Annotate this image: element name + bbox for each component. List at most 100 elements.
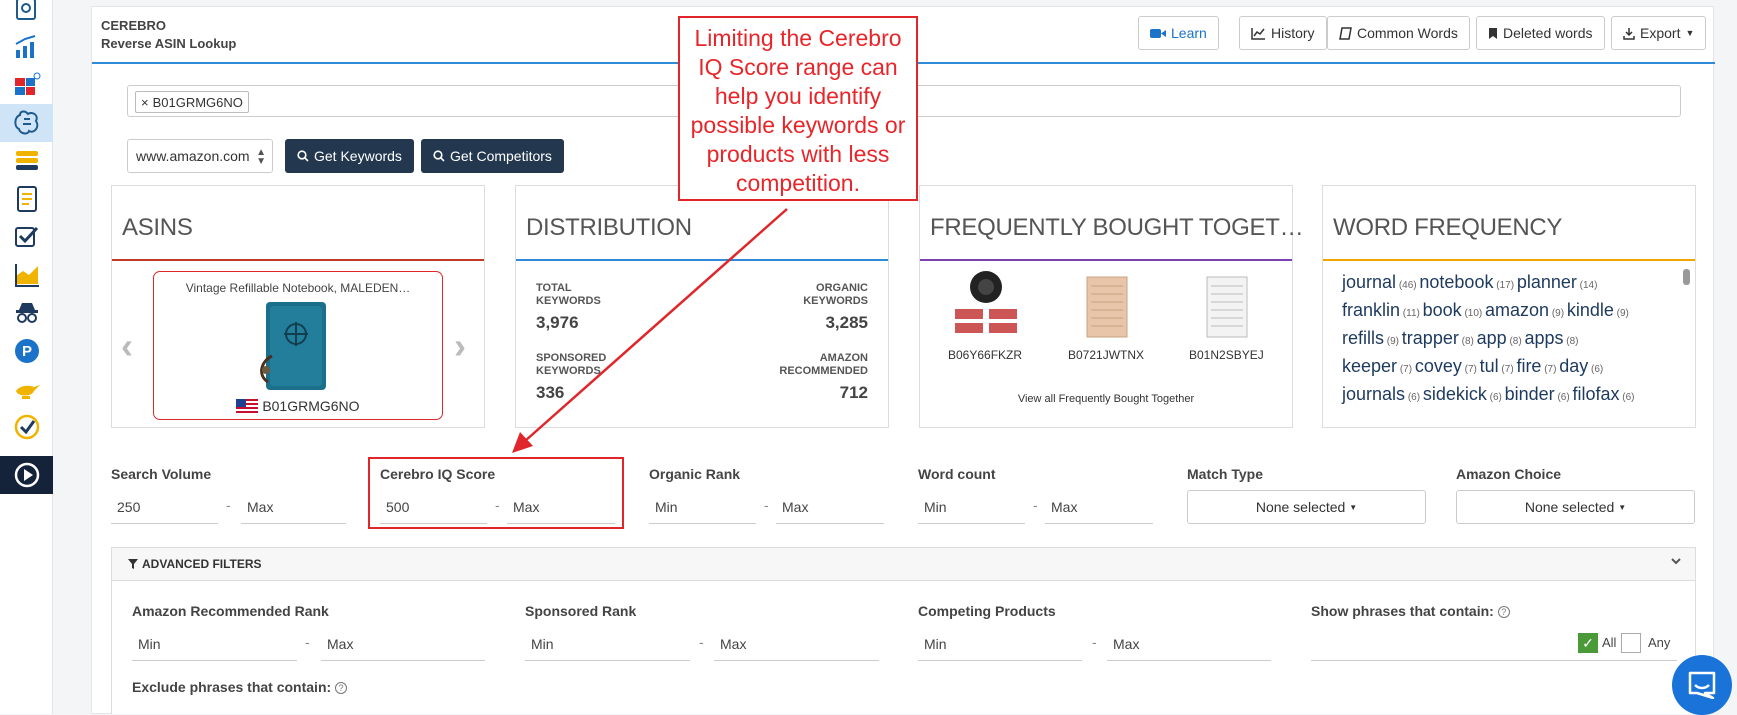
- sponsored-rank-max-input[interactable]: Max: [714, 627, 879, 661]
- word-frequency-word[interactable]: refills: [1342, 328, 1384, 348]
- get-competitors-button[interactable]: Get Competitors: [421, 139, 564, 173]
- amazon-rec-rank-max-input[interactable]: Max: [321, 627, 485, 661]
- select-arrows-icon: ▲ ▼: [256, 147, 266, 167]
- deleted-words-button[interactable]: Deleted words: [1476, 16, 1605, 50]
- word-frequency-count: (7): [1541, 364, 1560, 375]
- layers-icon: [15, 151, 38, 170]
- chat-launcher[interactable]: [1672, 655, 1732, 715]
- match-type-dropdown[interactable]: None selected ▼: [1187, 490, 1426, 524]
- word-frequency-word[interactable]: apps: [1524, 328, 1563, 348]
- tag-remove-icon[interactable]: ×: [141, 95, 149, 110]
- word-count-dash: -: [1033, 497, 1038, 513]
- fbt-product-image-1[interactable]: [953, 269, 1019, 339]
- organic-keywords-value: 3,285: [825, 313, 868, 332]
- get-competitors-label: Get Competitors: [450, 148, 552, 164]
- get-keywords-label: Get Keywords: [314, 148, 402, 164]
- sidebar-item-spy[interactable]: [0, 294, 53, 332]
- word-count-label: Word count: [918, 466, 996, 482]
- word-frequency-count: (10): [1461, 308, 1486, 319]
- fbt-product-image-2[interactable]: [1086, 276, 1128, 338]
- word-frequency-word[interactable]: kindle: [1567, 300, 1614, 320]
- sidebar-item-check-circle[interactable]: [0, 408, 53, 446]
- carousel-next-icon[interactable]: ›: [454, 325, 466, 367]
- word-frequency-count: (7): [1461, 364, 1480, 375]
- history-button[interactable]: History: [1239, 16, 1327, 50]
- organic-rank-min-input[interactable]: Min: [649, 490, 756, 524]
- fbt-asin-1[interactable]: B06Y66FKZR: [948, 348, 1022, 362]
- export-button[interactable]: Export ▼: [1611, 16, 1707, 50]
- word-frequency-word[interactable]: amazon: [1485, 300, 1549, 320]
- p-circle-icon: P: [14, 339, 39, 363]
- fbt-asin-3[interactable]: B01N2SBYEJ: [1189, 348, 1264, 362]
- amazon-rec-rank-min-input[interactable]: Min: [132, 627, 297, 661]
- word-frequency-word[interactable]: tul: [1480, 356, 1499, 376]
- organic-rank-max-input[interactable]: Max: [776, 490, 884, 524]
- get-keywords-button[interactable]: Get Keywords: [285, 139, 414, 173]
- sidebar-item-trends[interactable]: [0, 28, 53, 66]
- amazon-choice-dropdown[interactable]: None selected ▼: [1456, 490, 1695, 524]
- scrollbar-thumb[interactable]: [1683, 269, 1690, 285]
- sidebar-item-checklist[interactable]: [0, 218, 53, 256]
- asins-title: ASINS: [122, 214, 193, 241]
- sidebar-item-book-search[interactable]: [0, 0, 53, 28]
- any-checkbox[interactable]: [1621, 633, 1641, 653]
- trend-chart-icon: [15, 35, 35, 58]
- fbt-product-image-3[interactable]: [1206, 276, 1248, 338]
- word-frequency-word[interactable]: app: [1477, 328, 1507, 348]
- word-count-min-input[interactable]: Min: [918, 490, 1025, 524]
- sidebar-item-play[interactable]: [0, 456, 53, 494]
- sponsored-rank-min-input[interactable]: Min: [525, 627, 690, 661]
- learn-button[interactable]: Learn: [1138, 16, 1219, 50]
- sidebar-item-cerebro[interactable]: [0, 104, 53, 142]
- help-icon[interactable]: ?: [1497, 606, 1510, 619]
- word-frequency-word[interactable]: journal: [1342, 272, 1396, 292]
- view-all-fbt-link[interactable]: View all Frequently Bought Together: [920, 393, 1292, 405]
- word-frequency-divider: [1323, 259, 1695, 261]
- organic-rank-label: Organic Rank: [649, 466, 741, 482]
- sidebar-item-p[interactable]: P: [0, 332, 53, 370]
- fbt-card: FREQUENTLY BOUGHT TOGET… B06Y66FKZR B072…: [919, 185, 1304, 428]
- word-frequency-word[interactable]: covey: [1415, 356, 1462, 376]
- word-frequency-word[interactable]: trapper: [1402, 328, 1459, 348]
- product-image: [260, 302, 326, 390]
- marketplace-select[interactable]: www.amazon.com ▲ ▼: [127, 139, 273, 173]
- word-frequency-word[interactable]: keeper: [1342, 356, 1397, 376]
- word-frequency-word[interactable]: binder: [1505, 384, 1555, 404]
- organic-rank-dash: -: [764, 497, 769, 513]
- word-frequency-word[interactable]: notebook: [1419, 272, 1493, 292]
- word-frequency-word[interactable]: planner: [1517, 272, 1577, 292]
- word-frequency-word[interactable]: fire: [1516, 356, 1541, 376]
- sidebar-item-documents[interactable]: [0, 180, 53, 218]
- product-asin-label: B01GRMG6NO: [262, 398, 360, 414]
- sidebar-item-genie[interactable]: [0, 370, 53, 408]
- common-words-button[interactable]: Common Words: [1327, 16, 1470, 50]
- word-frequency-word[interactable]: journals: [1342, 384, 1405, 404]
- sidebar-item-squares[interactable]: [0, 66, 53, 104]
- amazon-rec-rank-label: Amazon Recommended Rank: [132, 603, 329, 619]
- word-frequency-word[interactable]: filofax: [1572, 384, 1619, 404]
- competing-products-min-input[interactable]: Min: [918, 627, 1082, 661]
- sponsored-rank-label: Sponsored Rank: [525, 603, 637, 619]
- sidebar-item-layers[interactable]: [0, 142, 53, 180]
- search-volume-min-input[interactable]: 250: [111, 490, 218, 524]
- carousel-prev-icon[interactable]: ‹: [121, 325, 133, 367]
- word-frequency-word[interactable]: franklin: [1342, 300, 1400, 320]
- sidebar-item-area-chart[interactable]: [0, 256, 53, 294]
- word-frequency-count: (6): [1486, 392, 1505, 403]
- asins-divider: [112, 259, 484, 261]
- search-volume-max-input[interactable]: Max: [241, 490, 346, 524]
- word-frequency-word[interactable]: day: [1559, 356, 1588, 376]
- word-frequency-word[interactable]: sidekick: [1423, 384, 1487, 404]
- advanced-filters-toggle[interactable]: ADVANCED FILTERS: [111, 547, 1696, 581]
- search-volume-dash: -: [226, 497, 231, 513]
- all-checkbox[interactable]: ✓: [1578, 633, 1598, 653]
- bookmark-icon: [1489, 27, 1497, 39]
- help-icon[interactable]: ?: [335, 682, 348, 695]
- brain-icon: [13, 110, 38, 135]
- product-card[interactable]: Vintage Refillable Notebook, MALEDEN… B0…: [153, 271, 443, 420]
- competing-products-max-input[interactable]: Max: [1107, 627, 1271, 661]
- book-icon: [1339, 26, 1352, 40]
- word-frequency-word[interactable]: book: [1423, 300, 1462, 320]
- fbt-asin-2[interactable]: B0721JWTNX: [1068, 348, 1144, 362]
- word-count-max-input[interactable]: Max: [1045, 490, 1153, 524]
